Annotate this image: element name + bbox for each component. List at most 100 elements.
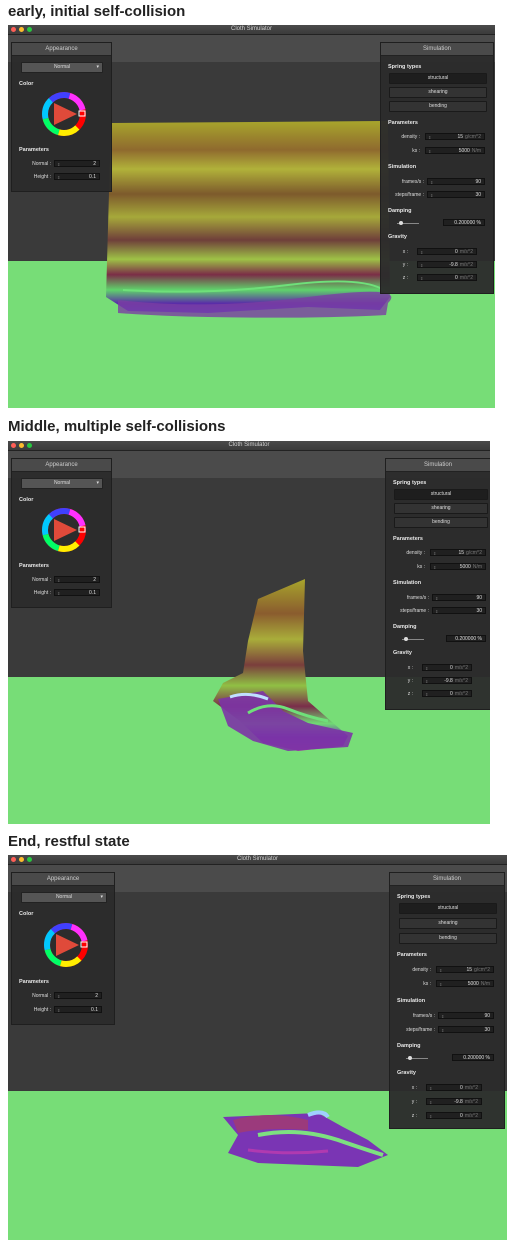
ks-field[interactable]: ⇕ 5000 N/m	[430, 563, 486, 570]
normal-field[interactable]: ⇕ 2	[54, 160, 100, 167]
spinner-icon[interactable]: ⇕	[425, 678, 428, 685]
fps-field[interactable]: ⇕ 90	[438, 1012, 494, 1019]
gravity-z-field[interactable]: ⇕ 0 m/s^2	[417, 274, 477, 281]
dropdown-chevron-icon: ▾	[100, 894, 103, 900]
slider-knob-icon[interactable]	[399, 221, 403, 225]
ks-value: 5000	[467, 981, 479, 987]
color-wheel-icon[interactable]	[41, 91, 87, 137]
spinner-icon[interactable]: ⇕	[57, 590, 60, 597]
damping-value: 0.200000 %	[463, 1055, 490, 1061]
steps-field[interactable]: ⇕ 30	[432, 607, 486, 614]
ks-value: 5000	[458, 148, 470, 154]
appearance-panel-title: Appearance	[12, 459, 111, 472]
gravity-z-field[interactable]: ⇕ 0 m/s^2	[422, 690, 472, 697]
gravity-label: Gravity	[393, 650, 412, 656]
gravity-x-field[interactable]: ⇕ 0 m/s^2	[422, 664, 472, 671]
damping-field[interactable]: 0.200000 %	[452, 1054, 494, 1061]
ks-unit: N/m	[480, 981, 490, 987]
gravity-z-value: 0	[460, 1113, 463, 1119]
gravity-x-label: x :	[402, 249, 408, 255]
gravity-x-value: 0	[455, 249, 458, 255]
simulation-panel: Simulation Spring types structural shear…	[385, 458, 490, 710]
color-wheel-icon[interactable]	[41, 507, 87, 553]
density-field[interactable]: ⇕ 15 g/cm^2	[436, 966, 494, 973]
slider-knob-icon[interactable]	[408, 1056, 412, 1060]
height-value: 0.1	[89, 590, 96, 596]
fps-field[interactable]: ⇕ 90	[427, 178, 485, 185]
damping-field[interactable]: 0.200000 %	[443, 219, 485, 226]
fps-value: 90	[476, 595, 482, 601]
shader-dropdown[interactable]: Normal ▾	[21, 478, 103, 489]
spinner-icon[interactable]: ⇕	[429, 1099, 432, 1106]
spinner-icon[interactable]: ⇕	[433, 564, 436, 571]
spinner-icon[interactable]: ⇕	[57, 993, 60, 1000]
fps-label: frames/s :	[402, 179, 424, 185]
gravity-y-field[interactable]: ⇕ -9.8 m/s^2	[426, 1098, 482, 1105]
spinner-icon[interactable]: ⇕	[420, 275, 423, 282]
gravity-z-value: 0	[455, 275, 458, 281]
shader-dropdown[interactable]: Normal ▾	[21, 62, 103, 73]
color-section-label: Color	[19, 81, 34, 87]
normal-value: 2	[95, 993, 98, 999]
spinner-icon[interactable]: ⇕	[428, 148, 431, 155]
slider-knob-icon[interactable]	[404, 637, 408, 641]
3d-viewport[interactable]: Appearance Normal ▾ Color Parameters Norm…	[8, 451, 490, 824]
spinner-icon[interactable]: ⇕	[420, 262, 423, 269]
spinner-icon[interactable]: ⇕	[428, 134, 431, 141]
spinner-icon[interactable]: ⇕	[425, 665, 428, 672]
shearing-toggle[interactable]: shearing	[394, 503, 488, 514]
fps-field[interactable]: ⇕ 90	[432, 594, 486, 601]
spinner-icon[interactable]: ⇕	[57, 1007, 60, 1014]
bending-toggle[interactable]: bending	[399, 933, 497, 944]
ks-field[interactable]: ⇕ 5000 N/m	[436, 980, 494, 987]
3d-viewport[interactable]: Appearance Normal ▾ Color Parameters Norm…	[8, 35, 495, 408]
params-section-label: Parameters	[19, 147, 49, 153]
spinner-icon[interactable]: ⇕	[435, 595, 438, 602]
shearing-toggle[interactable]: shearing	[399, 918, 497, 929]
fps-label: frames/s :	[413, 1013, 435, 1019]
shader-dropdown[interactable]: Normal ▾	[21, 892, 107, 903]
height-field[interactable]: ⇕ 0.1	[54, 1006, 102, 1013]
spinner-icon[interactable]: ⇕	[433, 550, 436, 557]
spinner-icon[interactable]: ⇕	[439, 967, 442, 974]
damping-field[interactable]: 0.200000 %	[446, 635, 486, 642]
structural-toggle[interactable]: structural	[399, 903, 497, 914]
color-wheel-icon[interactable]	[43, 922, 89, 968]
spinner-icon[interactable]: ⇕	[420, 249, 423, 256]
bending-toggle[interactable]: bending	[389, 101, 487, 112]
window-titlebar: Cloth Simulator	[8, 441, 490, 451]
spinner-icon[interactable]: ⇕	[57, 577, 60, 584]
steps-field[interactable]: ⇕ 30	[438, 1026, 494, 1033]
spinner-icon[interactable]: ⇕	[430, 179, 433, 186]
normal-field[interactable]: ⇕ 2	[54, 576, 100, 583]
gravity-z-field[interactable]: ⇕ 0 m/s^2	[426, 1112, 482, 1119]
gravity-y-field[interactable]: ⇕ -9.8 m/s^2	[417, 261, 477, 268]
simulation-section-label: Simulation	[397, 998, 426, 1004]
spinner-icon[interactable]: ⇕	[435, 608, 438, 615]
3d-viewport[interactable]: Appearance Normal ▾ Color Parameters Norm…	[8, 865, 507, 1240]
height-field[interactable]: ⇕ 0.1	[54, 173, 100, 180]
spinner-icon[interactable]: ⇕	[439, 981, 442, 988]
gravity-x-field[interactable]: ⇕ 0 m/s^2	[417, 248, 477, 255]
structural-toggle[interactable]: structural	[394, 489, 488, 500]
spinner-icon[interactable]: ⇕	[57, 161, 60, 168]
gravity-x-field[interactable]: ⇕ 0 m/s^2	[426, 1084, 482, 1091]
structural-toggle[interactable]: structural	[389, 73, 487, 84]
spinner-icon[interactable]: ⇕	[429, 1113, 432, 1120]
steps-field[interactable]: ⇕ 30	[427, 191, 485, 198]
ks-field[interactable]: ⇕ 5000 N/m	[425, 147, 485, 154]
bending-toggle[interactable]: bending	[394, 517, 488, 528]
spinner-icon[interactable]: ⇕	[430, 192, 433, 199]
gravity-y-field[interactable]: ⇕ -9.8 m/s^2	[422, 677, 472, 684]
density-field[interactable]: ⇕ 15 g/cm^2	[425, 133, 485, 140]
density-field[interactable]: ⇕ 15 g/cm^2	[430, 549, 486, 556]
spinner-icon[interactable]: ⇕	[441, 1027, 444, 1034]
spinner-icon[interactable]: ⇕	[57, 174, 60, 181]
spinner-icon[interactable]: ⇕	[425, 691, 428, 698]
height-field[interactable]: ⇕ 0.1	[54, 589, 100, 596]
normal-field[interactable]: ⇕ 2	[54, 992, 102, 999]
spinner-icon[interactable]: ⇕	[441, 1013, 444, 1020]
fps-value: 90	[484, 1013, 490, 1019]
spinner-icon[interactable]: ⇕	[429, 1085, 432, 1092]
shearing-toggle[interactable]: shearing	[389, 87, 487, 98]
